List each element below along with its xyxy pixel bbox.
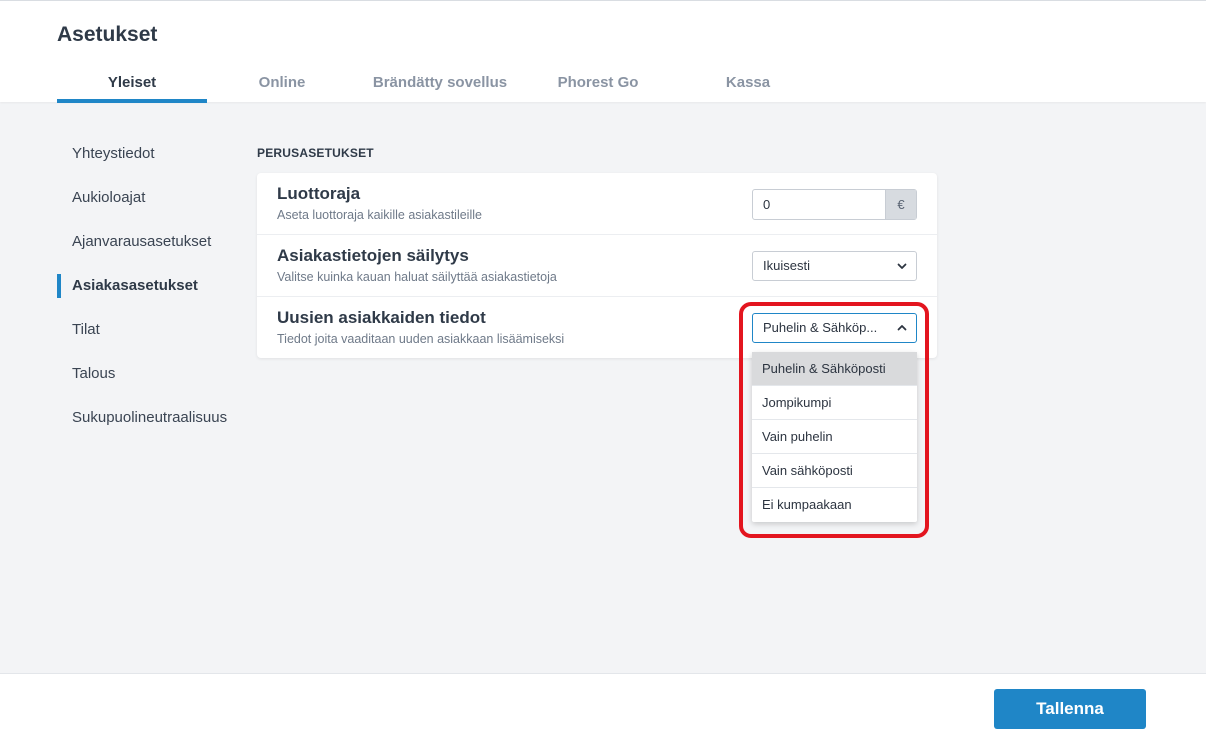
retention-description: Valitse kuinka kauan haluat säilyttää as… <box>277 270 557 284</box>
sidebar-item-sukupuolineutraalisuus[interactable]: Sukupuolineutraalisuus <box>57 396 247 440</box>
tab-bar: Yleiset Online Brändätty sovellus Phores… <box>57 65 823 103</box>
credit-limit-value[interactable]: 0 <box>753 190 885 219</box>
section-title: PERUSASETUKSET <box>257 146 374 160</box>
sidebar-item-talous[interactable]: Talous <box>57 352 247 396</box>
new-client-info-title: Uusien asiakkaiden tiedot <box>277 308 486 327</box>
tab-brandatty-sovellus[interactable]: Brändätty sovellus <box>357 65 523 103</box>
chevron-down-icon <box>897 263 907 269</box>
credit-limit-title: Luottoraja <box>277 184 361 203</box>
annotation-highlight <box>739 302 929 538</box>
credit-limit-input[interactable]: 0 € <box>752 189 917 220</box>
new-client-info-description: Tiedot joita vaaditaan uuden asiakkaan l… <box>277 332 565 346</box>
credit-limit-description: Aseta luottoraja kaikille asiakastileill… <box>277 208 482 222</box>
tab-kassa[interactable]: Kassa <box>673 65 823 103</box>
save-button[interactable]: Tallenna <box>994 689 1146 729</box>
settings-sidebar: Yhteystiedot Aukioloajat Ajanvarausasetu… <box>57 132 247 440</box>
sidebar-item-tilat[interactable]: Tilat <box>57 308 247 352</box>
tab-yleiset[interactable]: Yleiset <box>57 65 207 103</box>
sidebar-item-ajanvarausasetukset[interactable]: Ajanvarausasetukset <box>57 220 247 264</box>
page-title: Asetukset <box>57 23 158 46</box>
credit-limit-row: Luottoraja Aseta luottoraja kaikille asi… <box>257 173 937 235</box>
tab-online[interactable]: Online <box>207 65 357 103</box>
retention-title: Asiakastietojen säilytys <box>277 246 469 265</box>
currency-unit: € <box>885 190 916 219</box>
settings-header: Asetukset Yleiset Online Brändätty sovel… <box>0 0 1206 103</box>
sidebar-item-yhteystiedot[interactable]: Yhteystiedot <box>57 132 247 176</box>
retention-selected-value: Ikuisesti <box>763 258 810 273</box>
sidebar-item-aukioloajat[interactable]: Aukioloajat <box>57 176 247 220</box>
tab-phorest-go[interactable]: Phorest Go <box>523 65 673 103</box>
sidebar-item-asiakasasetukset[interactable]: Asiakasasetukset <box>57 264 247 308</box>
retention-select[interactable]: Ikuisesti <box>752 251 917 281</box>
retention-row: Asiakastietojen säilytys Valitse kuinka … <box>257 235 937 297</box>
scrollbar[interactable] <box>1206 0 1220 738</box>
